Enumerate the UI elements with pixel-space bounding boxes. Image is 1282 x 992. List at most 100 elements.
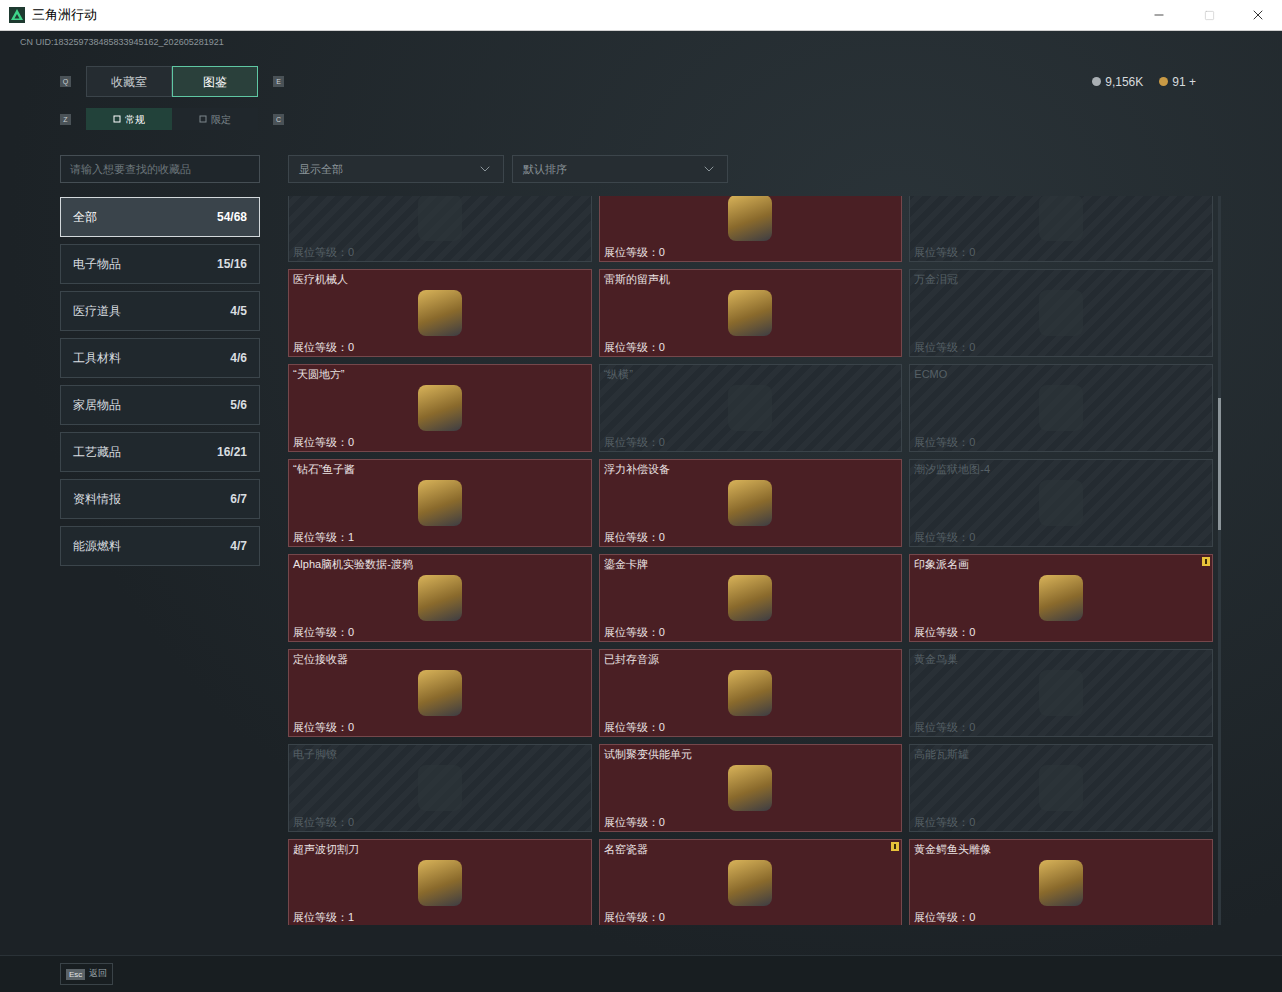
category-item[interactable]: 工具材料4/6 <box>60 338 260 378</box>
display-level: 展位等级：0 <box>914 625 1208 639</box>
collection-card[interactable]: “天圆地方”展位等级：0 <box>288 364 592 452</box>
scrollbar-thumb[interactable] <box>1218 398 1221 530</box>
item-name: 定位接收器 <box>293 652 587 666</box>
next-subtab-key[interactable]: C <box>273 114 284 125</box>
item-name: “天圆地方” <box>293 367 587 381</box>
sub-tab[interactable]: 常规 <box>86 108 172 130</box>
collection-grid-viewport: 展位等级：0展位等级：0展位等级：0医疗机械人展位等级：0雷斯的留声机展位等级：… <box>288 196 1213 925</box>
collection-card[interactable]: Alpha脑机实验数据-渡鸦展位等级：0 <box>288 554 592 642</box>
close-icon <box>1250 7 1266 23</box>
collection-card[interactable]: “钻石”鱼子酱展位等级：1 <box>288 459 592 547</box>
item-image <box>1039 765 1083 811</box>
collection-card[interactable]: 试制聚变供能单元展位等级：0 <box>599 744 903 832</box>
currency: 91 + <box>1159 73 1196 91</box>
main-tab[interactable]: 图鉴 <box>172 66 258 97</box>
category-item[interactable]: 电子物品15/16 <box>60 244 260 284</box>
item-image <box>728 290 772 336</box>
item-image <box>1039 575 1083 621</box>
prev-subtab-key[interactable]: Z <box>60 114 71 125</box>
search-input[interactable]: 请输入想要查找的收藏品 <box>60 155 260 183</box>
collection-card[interactable]: 高能瓦斯罐展位等级：0 <box>909 744 1213 832</box>
category-item[interactable]: 医疗道具4/5 <box>60 291 260 331</box>
item-name: 黄金鳄鱼头雕像 <box>914 842 1208 856</box>
item-image <box>1039 196 1083 241</box>
display-level: 展位等级：0 <box>293 720 587 734</box>
filter-dropdown[interactable]: 默认排序 <box>512 155 728 183</box>
new-badge-icon <box>891 842 899 851</box>
display-level: 展位等级：0 <box>293 815 587 829</box>
collection-card[interactable]: 鎏金卡牌展位等级：0 <box>599 554 903 642</box>
item-name: 黄金鸟巢 <box>914 652 1208 666</box>
maximize-button[interactable] <box>1184 0 1234 31</box>
collection-card[interactable]: 定位接收器展位等级：0 <box>288 649 592 737</box>
collection-card[interactable]: 黄金鸟巢展位等级：0 <box>909 649 1213 737</box>
currency: 9,156K <box>1092 73 1143 91</box>
collection-card[interactable]: 展位等级：0 <box>599 196 903 262</box>
collection-card[interactable]: 万金泪冠展位等级：0 <box>909 269 1213 357</box>
collection-card[interactable]: 超声波切割刀展位等级：1 <box>288 839 592 925</box>
item-image <box>728 196 772 241</box>
display-level: 展位等级：0 <box>604 910 898 924</box>
collection-card[interactable]: 潮汐监狱地图-4展位等级：0 <box>909 459 1213 547</box>
display-level: 展位等级：0 <box>914 245 1208 259</box>
item-image <box>1039 670 1083 716</box>
prev-tab-key[interactable]: Q <box>60 76 71 87</box>
collection-card[interactable]: 黄金鳄鱼头雕像展位等级：0 <box>909 839 1213 925</box>
collection-card[interactable]: 浮力补偿设备展位等级：0 <box>599 459 903 547</box>
main-tab[interactable]: 收藏室 <box>86 66 172 97</box>
item-name: 已封存音源 <box>604 652 898 666</box>
new-badge-icon <box>1202 557 1210 566</box>
item-image <box>1039 860 1083 906</box>
uid-text: CN UID:183259738485833945162_20260528192… <box>0 31 1282 47</box>
display-level: 展位等级：1 <box>293 910 587 924</box>
collection-grid: 展位等级：0展位等级：0展位等级：0医疗机械人展位等级：0雷斯的留声机展位等级：… <box>288 196 1213 925</box>
display-level: 展位等级：0 <box>604 720 898 734</box>
collection-card[interactable]: 雷斯的留声机展位等级：0 <box>599 269 903 357</box>
silver-coin-icon <box>1092 77 1101 86</box>
display-level: 展位等级：0 <box>604 815 898 829</box>
item-name: 浮力补偿设备 <box>604 462 898 476</box>
close-button[interactable] <box>1234 0 1282 31</box>
collection-card[interactable]: 名窑瓷器展位等级：0 <box>599 839 903 925</box>
item-name: 电子脚镣 <box>293 747 587 761</box>
display-level: 展位等级：0 <box>604 340 898 354</box>
filter-dropdown[interactable]: 显示全部 <box>288 155 504 183</box>
category-item[interactable]: 家居物品5/6 <box>60 385 260 425</box>
item-name: Alpha脑机实验数据-渡鸦 <box>293 557 587 571</box>
collection-card[interactable]: 印象派名画展位等级：0 <box>909 554 1213 642</box>
display-level: 展位等级：0 <box>914 720 1208 734</box>
item-name: ECMO <box>914 367 1208 381</box>
item-image <box>1039 480 1083 526</box>
collection-card[interactable]: 展位等级：0 <box>909 196 1213 262</box>
collection-card[interactable]: ECMO展位等级：0 <box>909 364 1213 452</box>
minimize-icon <box>1152 8 1166 22</box>
back-button[interactable]: Esc返回 <box>60 963 113 985</box>
item-name: 试制聚变供能单元 <box>604 747 898 761</box>
category-item[interactable]: 能源燃料4/7 <box>60 526 260 566</box>
display-level: 展位等级：0 <box>293 340 587 354</box>
item-image <box>418 385 462 431</box>
category-item[interactable]: 工艺藏品16/21 <box>60 432 260 472</box>
minimize-button[interactable] <box>1134 0 1184 31</box>
item-image <box>1039 290 1083 336</box>
sub-tab[interactable]: 限定 <box>172 108 258 130</box>
item-image <box>728 670 772 716</box>
collection-card[interactable]: 医疗机械人展位等级：0 <box>288 269 592 357</box>
footer-bar: Esc返回 <box>0 955 1282 992</box>
collection-card[interactable]: 展位等级：0 <box>288 196 592 262</box>
next-tab-key[interactable]: E <box>273 76 284 87</box>
collection-card[interactable]: 已封存音源展位等级：0 <box>599 649 903 737</box>
category-item[interactable]: 全部54/68 <box>60 197 260 237</box>
category-item[interactable]: 资料情报6/7 <box>60 479 260 519</box>
collection-card[interactable]: “纵横”展位等级：0 <box>599 364 903 452</box>
display-level: 展位等级：0 <box>604 530 898 544</box>
scrollbar[interactable] <box>1218 196 1221 925</box>
display-level: 展位等级：1 <box>293 530 587 544</box>
maximize-icon <box>1204 10 1215 21</box>
item-image <box>418 575 462 621</box>
display-level: 展位等级：0 <box>914 910 1208 924</box>
display-level: 展位等级：0 <box>914 340 1208 354</box>
item-name: 名窑瓷器 <box>604 842 898 856</box>
item-name: 鎏金卡牌 <box>604 557 898 571</box>
collection-card[interactable]: 电子脚镣展位等级：0 <box>288 744 592 832</box>
